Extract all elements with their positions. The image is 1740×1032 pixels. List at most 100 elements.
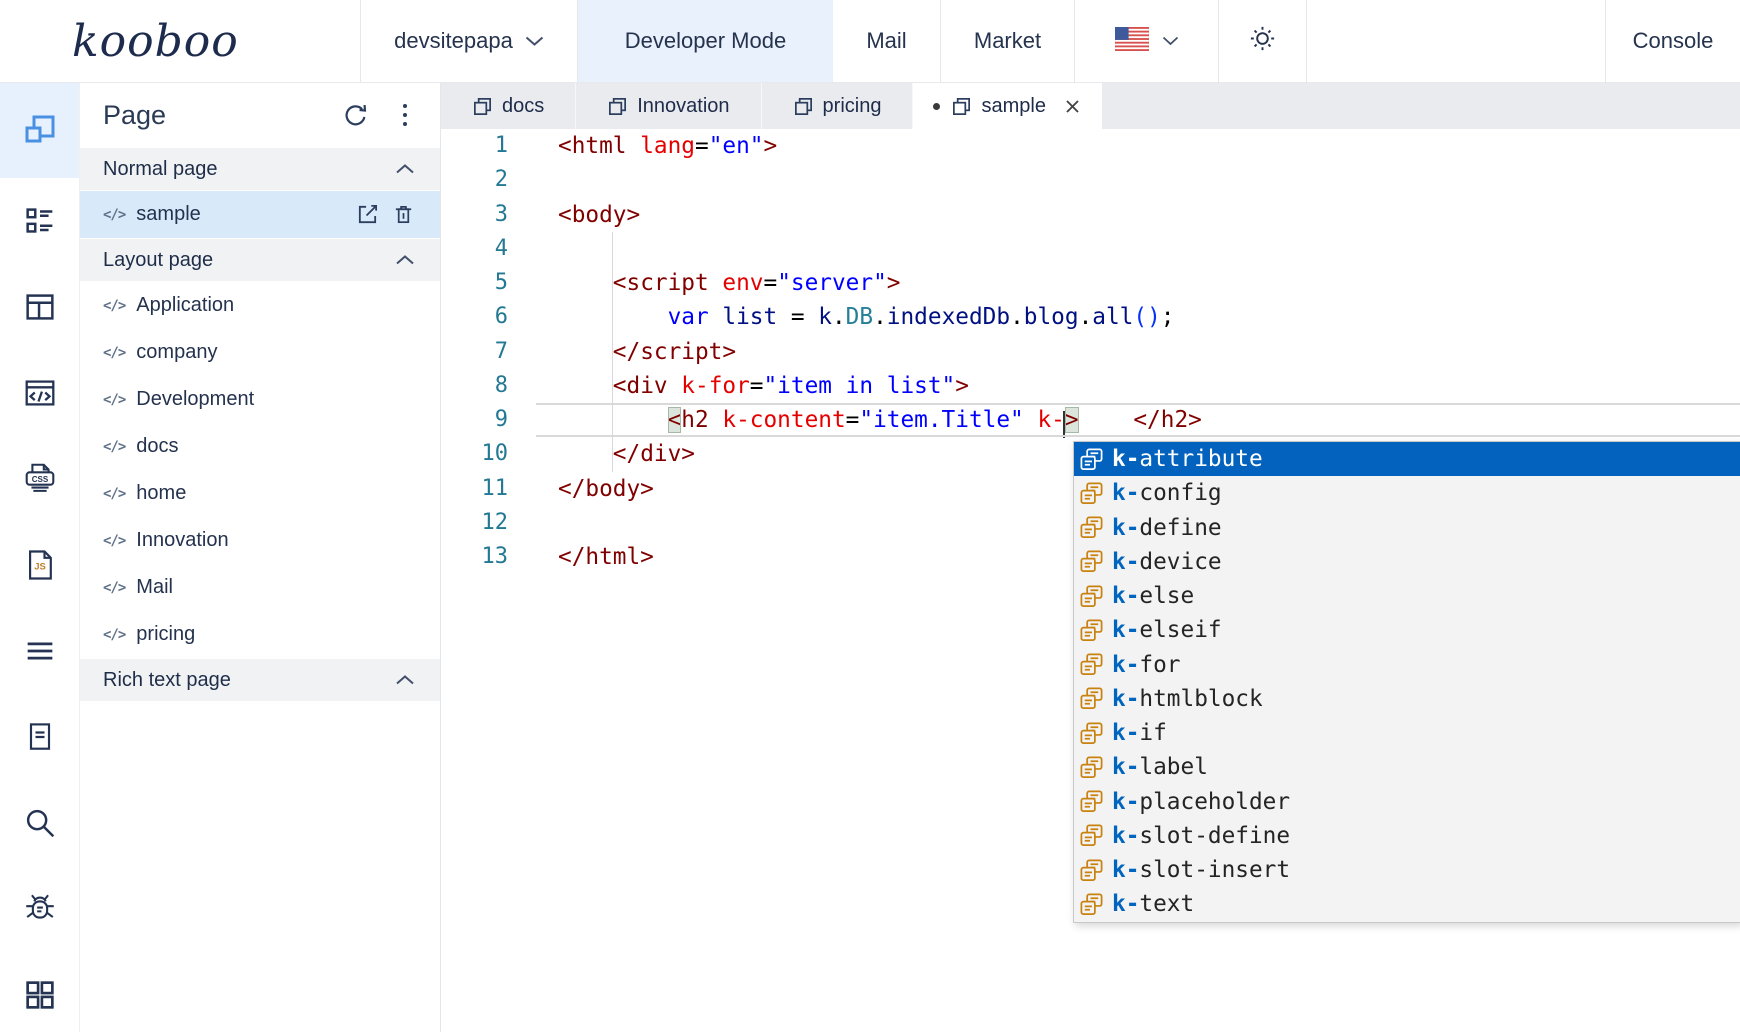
code-line-5[interactable]: 5 <script env="server"> xyxy=(441,266,1740,300)
rail-item-modules[interactable] xyxy=(0,952,79,1032)
suggestion-item-k-placeholder[interactable]: k-placeholder xyxy=(1074,785,1740,819)
language-switcher[interactable] xyxy=(1075,0,1219,82)
line-number: 4 xyxy=(441,232,558,266)
rail-item-debug[interactable] xyxy=(0,866,79,952)
suggestion-item-k-if[interactable]: k-if xyxy=(1074,716,1740,750)
console-button[interactable]: Console xyxy=(1606,0,1740,82)
code-line-7[interactable]: 7 </script> xyxy=(441,335,1740,369)
page-item-pricing[interactable]: </>pricing xyxy=(80,611,440,658)
page-panel: Page Normal page</>sampleLayout page</>A… xyxy=(80,83,441,1032)
line-number: 3 xyxy=(441,198,558,232)
code-text: </body> xyxy=(558,472,654,506)
code-line-1[interactable]: 1<html lang="en"> xyxy=(441,129,1740,163)
tab-sample[interactable]: sample xyxy=(913,83,1101,129)
suggestion-item-k-device[interactable]: k-device xyxy=(1074,545,1740,579)
rail-item-css[interactable]: CSS xyxy=(0,436,79,522)
pages-icon xyxy=(20,111,60,151)
page-item-application[interactable]: </>Application xyxy=(80,282,440,329)
suggestion-label: k-if xyxy=(1112,720,1167,746)
section-header-layout-page[interactable]: Layout page xyxy=(80,238,440,282)
nav-item-developer-mode[interactable]: Developer Mode xyxy=(578,0,833,82)
site-name: devsitepapa xyxy=(394,28,513,54)
line-number: 1 xyxy=(441,129,558,163)
tab-pricing[interactable]: pricing xyxy=(762,83,914,129)
debug-icon xyxy=(20,890,60,928)
snippet-icon xyxy=(1079,823,1104,848)
line-number: 7 xyxy=(441,335,558,369)
snippet-icon xyxy=(1079,858,1104,883)
suggestion-item-k-for[interactable]: k-for xyxy=(1074,648,1740,682)
page-title: Page xyxy=(103,100,166,131)
rail-item-menu[interactable] xyxy=(0,608,79,694)
search-icon xyxy=(21,804,59,842)
topbar-nav: Developer ModeMailMarket xyxy=(578,0,1075,82)
page-item-sample[interactable]: </>sample xyxy=(80,191,440,238)
chevron-down-icon xyxy=(525,36,544,47)
code-line-3[interactable]: 3<body> xyxy=(441,198,1740,232)
suggestion-item-k-slot-insert[interactable]: k-slot-insert xyxy=(1074,853,1740,887)
page-item-docs[interactable]: </>docs xyxy=(80,423,440,470)
snippet-icon xyxy=(1079,652,1104,677)
code-tag-icon: </> xyxy=(103,580,125,596)
more-options-button[interactable] xyxy=(399,100,411,130)
page-item-home[interactable]: </>home xyxy=(80,470,440,517)
suggestion-item-k-htmlblock[interactable]: k-htmlblock xyxy=(1074,682,1740,716)
kooboo-logo-text: kooboo xyxy=(72,16,239,67)
nav-item-mail[interactable]: Mail xyxy=(833,0,941,82)
rail-item-js[interactable]: JS xyxy=(0,522,79,608)
line-number: 5 xyxy=(441,266,558,300)
refresh-button[interactable] xyxy=(342,102,369,129)
theme-toggle[interactable] xyxy=(1219,0,1307,82)
suggestion-label: k-config xyxy=(1112,480,1222,506)
delete-icon[interactable] xyxy=(392,203,415,226)
modules-icon xyxy=(21,976,59,1014)
code-line-8[interactable]: 8 <div k-for="item in list"> xyxy=(441,369,1740,403)
rail-item-pages[interactable] xyxy=(0,83,79,178)
line-number: 9 xyxy=(441,403,558,437)
line-number: 10 xyxy=(441,437,558,471)
kooboo-developer-screen: kooboo devsitepapa Developer ModeMailMar… xyxy=(0,0,1740,1032)
rail-item-layout[interactable] xyxy=(0,264,79,350)
suggestion-item-k-elseif[interactable]: k-elseif xyxy=(1074,613,1740,647)
code-text: var list = k.DB.indexedDb.blog.all(); xyxy=(558,300,1174,334)
edit-icon[interactable] xyxy=(356,203,379,226)
section-header-rich-text-page[interactable]: Rich text page xyxy=(80,658,440,702)
rail-item-content[interactable] xyxy=(0,178,79,264)
item-actions xyxy=(356,203,415,226)
snippet-icon xyxy=(1079,481,1104,506)
code-line-9[interactable]: 9 <h2 k-content="item.Title" k-> </h2> xyxy=(441,403,1740,437)
page-item-label: home xyxy=(136,482,186,505)
suggestion-item-k-attribute[interactable]: k-attribute xyxy=(1074,442,1740,476)
tab-label: pricing xyxy=(823,95,882,118)
suggestion-item-k-config[interactable]: k-config xyxy=(1074,476,1740,510)
page-item-innovation[interactable]: </>Innovation xyxy=(80,517,440,564)
tab-label: docs xyxy=(502,95,544,118)
tab-innovation[interactable]: Innovation xyxy=(576,83,761,129)
suggestion-item-k-slot-define[interactable]: k-slot-define xyxy=(1074,819,1740,853)
code-tag-icon: </> xyxy=(103,533,125,549)
site-switcher[interactable]: devsitepapa xyxy=(361,0,578,82)
unsaved-dot xyxy=(933,103,940,110)
suggestion-item-k-label[interactable]: k-label xyxy=(1074,750,1740,784)
code-line-2[interactable]: 2 xyxy=(441,163,1740,197)
suggestion-item-k-else[interactable]: k-else xyxy=(1074,579,1740,613)
rail-item-form[interactable] xyxy=(0,694,79,780)
tab-docs[interactable]: docs xyxy=(441,83,576,129)
suggestion-item-k-text[interactable]: k-text xyxy=(1074,887,1740,921)
page-item-development[interactable]: </>Development xyxy=(80,376,440,423)
page-item-label: sample xyxy=(136,203,200,226)
rail-item-code[interactable] xyxy=(0,350,79,436)
chevron-down-icon xyxy=(1162,36,1179,46)
page-item-mail[interactable]: </>Mail xyxy=(80,564,440,611)
section-header-normal-page[interactable]: Normal page xyxy=(80,147,440,191)
page-item-company[interactable]: </>company xyxy=(80,329,440,376)
page-item-label: company xyxy=(136,341,217,364)
close-icon[interactable] xyxy=(1063,97,1082,116)
code-line-6[interactable]: 6 var list = k.DB.indexedDb.blog.all(); xyxy=(441,300,1740,334)
code-line-4[interactable]: 4 xyxy=(441,232,1740,266)
nav-item-market[interactable]: Market xyxy=(941,0,1075,82)
suggestion-item-k-define[interactable]: k-define xyxy=(1074,511,1740,545)
line-number: 6 xyxy=(441,300,558,334)
rail-item-search[interactable] xyxy=(0,780,79,866)
kooboo-logo[interactable]: kooboo xyxy=(0,0,361,82)
